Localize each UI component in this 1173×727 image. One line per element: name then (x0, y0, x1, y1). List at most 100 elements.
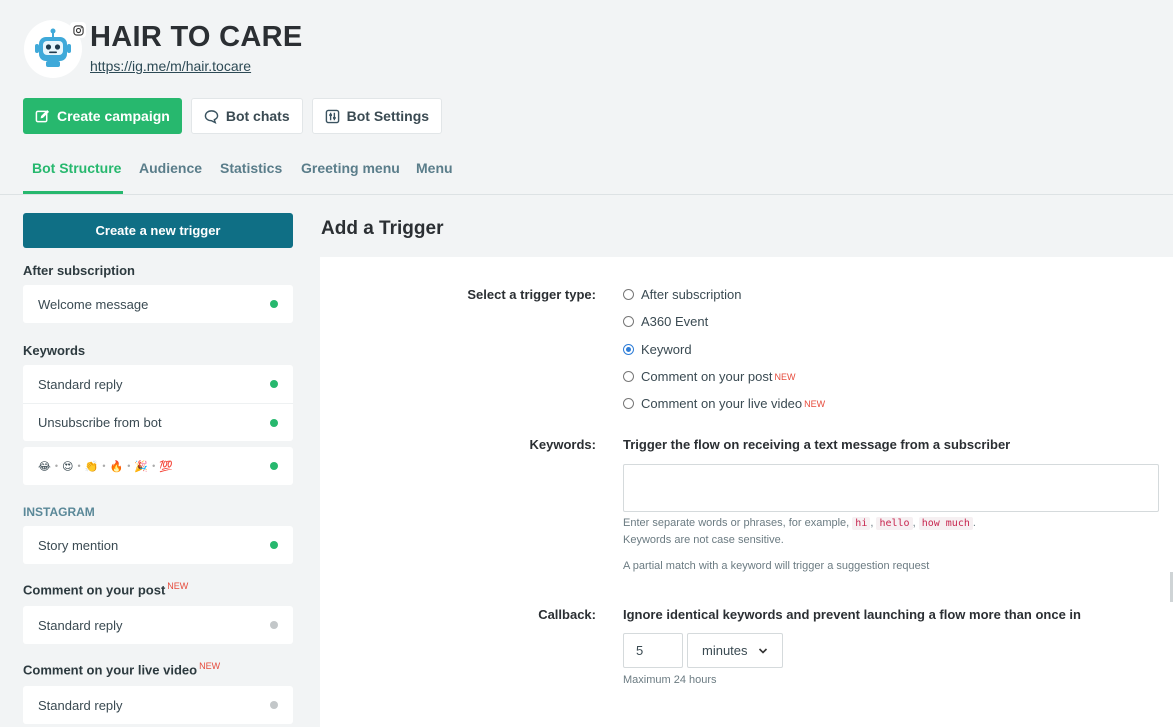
bot-avatar (24, 20, 86, 78)
select-value: minutes (702, 643, 748, 658)
callback-hint: Maximum 24 hours (623, 674, 717, 686)
keywords-label: Keywords: (529, 437, 596, 452)
radio-a360-event[interactable]: A360 Event (623, 314, 708, 329)
instagram-card: Story mention (23, 526, 293, 564)
tab-audience[interactable]: Audience (139, 160, 202, 176)
radio-button[interactable] (623, 316, 634, 327)
emoji-keyword: 🎉 (134, 460, 149, 473)
section-comment-live: Comment on your live video NEW (23, 661, 220, 677)
trigger-item-story-mention[interactable]: Story mention (23, 526, 293, 564)
trigger-label: Standard reply (38, 617, 123, 633)
active-tab-indicator (23, 191, 123, 194)
trigger-label: Welcome message (38, 296, 149, 312)
chevron-down-icon (758, 647, 768, 654)
title-block: HAIR TO CARE https://ig.me/m/hair.tocare (90, 20, 303, 74)
tab-menu[interactable]: Menu (416, 160, 453, 176)
create-campaign-label: Create campaign (57, 108, 170, 124)
section-instagram: INSTAGRAM (23, 505, 95, 519)
radio-label: Keyword (641, 342, 692, 357)
keywords-heading: Trigger the flow on receiving a text mes… (623, 437, 1011, 452)
new-badge: NEW (199, 661, 221, 671)
trigger-sidebar: Create a new trigger After subscription … (23, 213, 293, 724)
radio-button-checked[interactable] (623, 344, 634, 355)
trigger-label: Standard reply (38, 376, 123, 392)
keywords-input[interactable] (623, 464, 1159, 512)
example-keyword: hello (876, 517, 913, 530)
tab-greeting-menu[interactable]: Greeting menu (301, 160, 400, 176)
bot-settings-label: Bot Settings (346, 108, 430, 124)
comment-live-card: Standard reply (23, 686, 293, 724)
trigger-item-comment-live-reply[interactable]: Standard reply (23, 686, 293, 724)
trigger-label: Story mention (38, 537, 119, 553)
emoji-keyword-list: 😂 • 😍 • 👏 • 🔥 • 🎉 • 💯 (38, 460, 173, 473)
after-subscription-card: Welcome message (23, 285, 293, 323)
section-label: Comment on your post (23, 582, 166, 598)
section-keywords: Keywords (23, 343, 86, 358)
radio-comment-post[interactable]: Comment on your post NEW (623, 369, 796, 384)
bot-settings-button[interactable]: Bot Settings (311, 98, 443, 134)
status-dot-active (270, 418, 278, 427)
trigger-item-standard-reply[interactable]: Standard reply (23, 365, 293, 403)
emoji-keyword: 🔥 (109, 460, 124, 473)
trigger-item-emoji-keywords[interactable]: 😂 • 😍 • 👏 • 🔥 • 🎉 • 💯 (23, 447, 293, 485)
keywords-help-partial: A partial match with a keyword will trig… (623, 560, 930, 572)
radio-button[interactable] (623, 371, 634, 382)
trigger-item-unsubscribe[interactable]: Unsubscribe from bot (23, 403, 293, 441)
emoji-separator: • (77, 461, 81, 471)
sliders-icon (325, 109, 339, 123)
radio-button[interactable] (623, 398, 634, 409)
main-title: Add a Trigger (321, 218, 444, 239)
bot-header: HAIR TO CARE https://ig.me/m/hair.tocare (24, 20, 303, 80)
emoji-keywords-card: 😂 • 😍 • 👏 • 🔥 • 🎉 • 💯 (23, 447, 293, 485)
emoji-keyword: 😍 (62, 460, 74, 473)
keywords-card: Standard reply Unsubscribe from bot (23, 365, 293, 441)
radio-comment-live[interactable]: Comment on your live video NEW (623, 396, 825, 411)
keywords-help-examples: Enter separate words or phrases, for exa… (623, 517, 976, 530)
section-label: Comment on your live video (23, 662, 198, 678)
trigger-label: Unsubscribe from bot (38, 415, 162, 430)
trigger-label: Standard reply (38, 697, 123, 713)
tab-statistics[interactable]: Statistics (220, 160, 282, 176)
radio-keyword[interactable]: Keyword (623, 342, 692, 357)
section-comment-post: Comment on your post NEW (23, 581, 188, 597)
status-dot-active (270, 462, 278, 470)
keywords-help-case: Keywords are not case sensitive. (623, 534, 784, 546)
emoji-separator: • (54, 461, 59, 471)
page-title: HAIR TO CARE (90, 21, 303, 53)
instagram-icon (70, 22, 86, 38)
radio-button[interactable] (623, 289, 634, 300)
action-bar: Create campaign Bot chats Bot Settings (23, 98, 443, 134)
robot-icon (35, 28, 71, 67)
emoji-separator: • (127, 461, 131, 471)
status-dot-active (270, 380, 278, 388)
new-badge: NEW (804, 398, 826, 409)
radio-label: After subscription (641, 287, 742, 302)
callback-unit-select[interactable]: minutes (687, 633, 783, 668)
status-dot-active (270, 541, 278, 549)
add-trigger-panel: Select a trigger type: After subscriptio… (320, 257, 1173, 727)
emoji-keyword: 👏 (84, 460, 99, 473)
new-badge: NEW (774, 371, 796, 382)
emoji-separator: • (102, 461, 106, 471)
bot-chats-label: Bot chats (225, 108, 290, 124)
example-keyword: hi (852, 517, 871, 530)
status-dot-active (270, 300, 278, 308)
new-badge: NEW (167, 581, 189, 591)
callback-number-input[interactable]: 5 (623, 633, 683, 668)
bot-chats-button[interactable]: Bot chats (190, 98, 303, 134)
chat-bubble-icon (204, 109, 219, 124)
callback-label: Callback: (538, 607, 596, 622)
comment-post-card: Standard reply (23, 606, 293, 644)
bot-link[interactable]: https://ig.me/m/hair.tocare (90, 58, 303, 74)
tab-bar: Bot Structure Audience Statistics Greeti… (0, 150, 1173, 195)
section-after-subscription: After subscription (23, 263, 135, 278)
create-trigger-button[interactable]: Create a new trigger (23, 213, 293, 248)
trigger-item-comment-post-reply[interactable]: Standard reply (23, 606, 293, 644)
trigger-item-welcome-message[interactable]: Welcome message (23, 285, 293, 323)
trigger-type-label: Select a trigger type: (467, 287, 596, 302)
example-keyword: how much (918, 517, 973, 530)
radio-after-subscription[interactable]: After subscription (623, 287, 741, 302)
tab-bot-structure[interactable]: Bot Structure (32, 160, 121, 176)
create-campaign-button[interactable]: Create campaign (23, 98, 182, 134)
edit-icon (35, 109, 50, 122)
